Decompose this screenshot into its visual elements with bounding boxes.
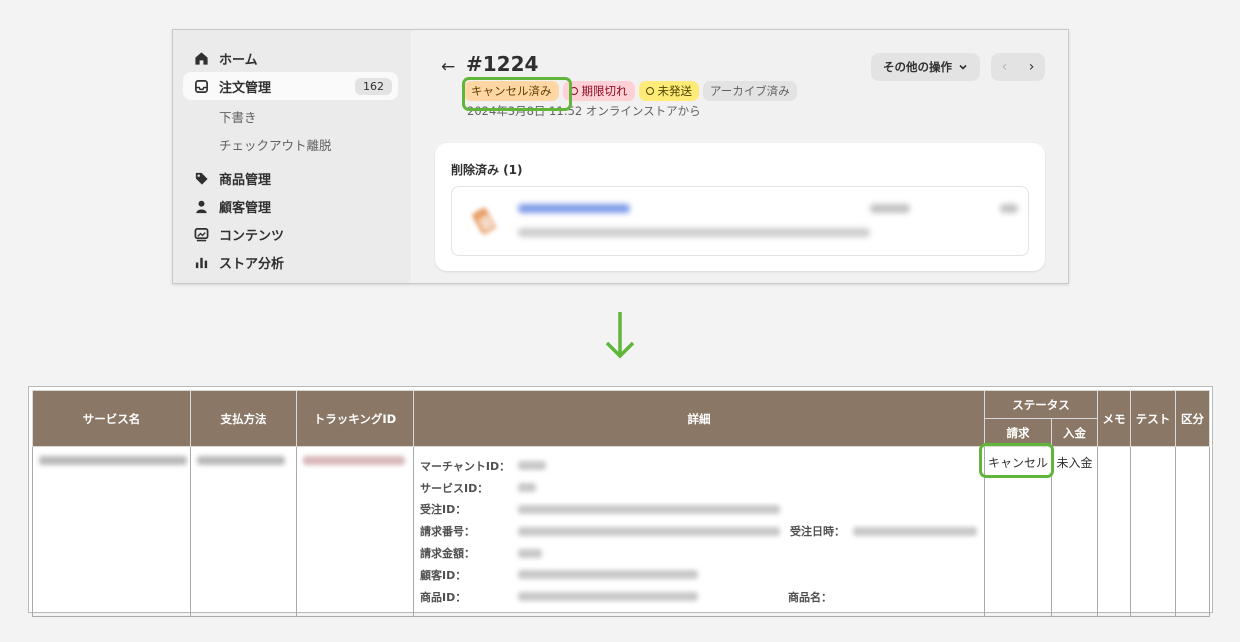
sidebar-item-orders[interactable]: 注文管理 162 [183, 72, 398, 100]
status-badge-unfulfilled: 未発送 [638, 81, 699, 101]
product-id-label: 商品ID： [420, 590, 467, 604]
arrow-down-icon [605, 312, 635, 359]
detail-row: 請求番号： 受注日時： [420, 520, 978, 542]
sidebar: ホーム 注文管理 162 下書き チェックアウト離脱 商品管理 顧客管理 コンテ… [173, 30, 411, 283]
sidebar-item-label: コンテンツ [219, 228, 285, 244]
product-name-blurred [518, 204, 630, 213]
deposit-status-cell: 未入金 [1051, 446, 1098, 617]
removed-line-item [451, 186, 1029, 256]
orders-count-badge: 162 [355, 77, 392, 95]
image-icon [193, 226, 209, 242]
merchant-id-label: マーチャントID： [420, 459, 511, 473]
detail-row: 商品ID： 商品名： [420, 586, 978, 608]
header-tracking-id: トラッキングID [296, 390, 414, 447]
header-service-name: サービス名 [32, 390, 191, 447]
header-test: テスト [1130, 390, 1176, 447]
sidebar-item-content[interactable]: コンテンツ [183, 220, 398, 248]
other-actions-button[interactable]: その他の操作 [871, 53, 980, 81]
service-name-cell [32, 446, 191, 617]
detail-row: 顧客ID： [420, 564, 978, 586]
detail-row: 請求金額： [420, 542, 978, 564]
order-id-blurred [518, 504, 780, 514]
detail-cell: マーチャントID： サービスID： 受注ID： 請求番号： 受注日時： 請求金額：… [413, 446, 985, 617]
order-datetime-label: 受注日時： [790, 525, 845, 539]
bar-chart-icon [193, 254, 209, 270]
order-title: #1224 [466, 52, 539, 76]
payment-table: サービス名 支払方法 トラッキングID 詳細 ステータス メモ テスト 区分 請… [32, 390, 1210, 617]
detail-list: マーチャントID： サービスID： 受注ID： 請求番号： 受注日時： 請求金額：… [414, 447, 984, 616]
amount-label: 請求金額： [420, 547, 475, 561]
sidebar-item-label: ホーム [219, 52, 258, 68]
tag-icon [193, 170, 209, 186]
order-detail-main: ← #1224 キャンセル済み 期限切れ 未発送 アーカイブ済み 2024年3月… [411, 30, 1068, 283]
customer-id-label: 顧客ID： [420, 568, 467, 582]
admin-screenshot: ホーム 注文管理 162 下書き チェックアウト離脱 商品管理 顧客管理 コンテ… [172, 29, 1069, 284]
quantity-blurred [870, 204, 910, 213]
sidebar-item-analytics[interactable]: ストア分析 [183, 248, 398, 276]
product-id-blurred [518, 592, 698, 602]
sidebar-subitem-abandoned-checkouts[interactable]: チェックアウト離脱 [219, 135, 332, 154]
customer-id-blurred [518, 570, 698, 580]
status-badge-archived: アーカイブ済み [703, 81, 797, 101]
badge-label: 期限切れ [581, 84, 628, 98]
service-id-label: サービスID： [420, 481, 489, 495]
header-status: ステータス [984, 390, 1098, 419]
badge-label: アーカイブ済み [710, 84, 790, 98]
sidebar-item-label: ストア分析 [219, 256, 285, 272]
item-note-blurred [518, 228, 870, 237]
memo-cell [1097, 446, 1131, 617]
payment-method-cell [190, 446, 297, 617]
inbox-icon [193, 78, 209, 94]
merchant-id-blurred [518, 461, 546, 471]
product-thumbnail [472, 207, 496, 235]
sidebar-item-label: 注文管理 [219, 80, 272, 96]
detail-row: サービスID： [420, 477, 978, 499]
circle-icon [645, 87, 654, 95]
service-name-blurred [39, 456, 187, 465]
sidebar-subitem-drafts[interactable]: 下書き [219, 107, 257, 126]
sidebar-item-home[interactable]: ホーム [183, 44, 398, 72]
card-title: 削除済み (1) [451, 163, 523, 177]
header-memo: メモ [1097, 390, 1131, 447]
price-blurred [1000, 204, 1018, 213]
service-id-blurred [518, 483, 536, 493]
tracking-id-blurred [303, 456, 405, 465]
cancelled-highlight-frame [462, 77, 572, 111]
amount-blurred [518, 548, 542, 558]
home-icon [193, 50, 209, 66]
order-id-label: 受注ID： [420, 503, 467, 517]
sidebar-item-products[interactable]: 商品管理 [183, 164, 398, 192]
test-cell [1130, 446, 1176, 617]
invoice-number-blurred [518, 526, 780, 536]
removed-items-card: 削除済み (1) [435, 143, 1045, 271]
previous-order-button[interactable]: ‹ [991, 53, 1018, 81]
order-datetime-blurred [853, 526, 977, 536]
order-pager: ‹ › [991, 53, 1045, 81]
header-payment-method: 支払方法 [190, 390, 297, 447]
chevron-down-icon [959, 64, 967, 70]
payment-method-blurred [197, 456, 285, 465]
badge-label: 未発送 [657, 84, 693, 98]
detail-row: マーチャントID： [420, 455, 978, 477]
sidebar-item-label: 顧客管理 [219, 200, 272, 216]
status-badge-expired: 期限切れ [562, 81, 635, 101]
sidebar-item-label: 商品管理 [219, 172, 272, 188]
detail-row: 受注ID： [420, 499, 978, 521]
header-detail: 詳細 [413, 390, 985, 447]
header-deposit: 入金 [1051, 418, 1098, 447]
sidebar-item-customers[interactable]: 顧客管理 [183, 192, 398, 220]
payment-table-screenshot: サービス名 支払方法 トラッキングID 詳細 ステータス メモ テスト 区分 請… [28, 386, 1213, 617]
tracking-id-cell [296, 446, 414, 617]
invoice-number-label: 請求番号： [420, 525, 475, 539]
next-order-button[interactable]: › [1018, 53, 1045, 81]
back-arrow-icon[interactable]: ← [441, 57, 455, 77]
person-icon [193, 198, 209, 214]
product-name-label: 商品名： [788, 590, 832, 604]
button-label: その他の操作 [883, 60, 952, 74]
category-cell [1175, 446, 1210, 617]
billing-cancel-highlight-frame [979, 443, 1054, 478]
header-category: 区分 [1175, 390, 1210, 447]
